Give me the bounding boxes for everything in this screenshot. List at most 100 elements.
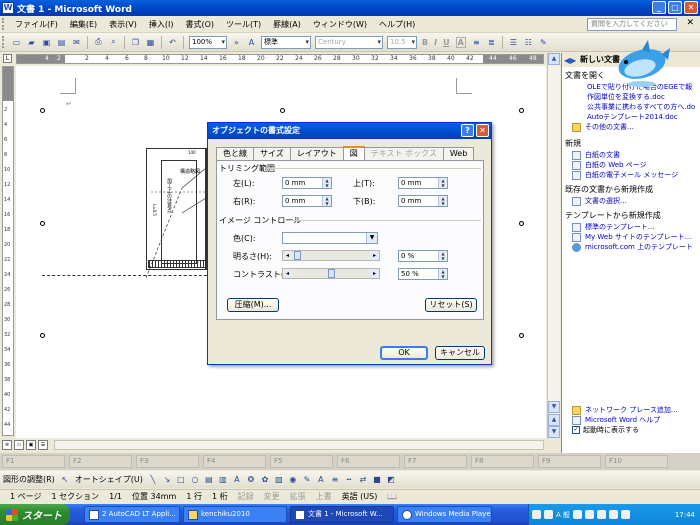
3d-style-icon[interactable]: ◩ (385, 474, 397, 486)
word-help-link[interactable]: Microsoft Word ヘルプ (572, 415, 700, 425)
brightness-spinner[interactable]: 0 % ▲ ▼ (398, 250, 448, 262)
menu-help[interactable]: ヘルプ(H) (373, 16, 421, 33)
horizontal-scrollbar[interactable] (54, 440, 544, 450)
spinner-arrows-icon[interactable]: ▲ ▼ (438, 196, 447, 206)
blank-document-link[interactable]: 白紙の文書 (572, 150, 700, 160)
volume-icon[interactable] (621, 510, 631, 519)
crop-top-spinner[interactable]: 0 mm ▲ ▼ (398, 177, 448, 189)
taskbar-item-word[interactable]: 文書 1 - Microsoft W... (290, 506, 394, 523)
vertical-ruler[interactable]: 2 4 6 8 10 12 14 16 18 20 22 24 26 28 30… (2, 66, 14, 436)
slider-right-arrow-icon[interactable]: ▸ (370, 251, 379, 260)
toolbar-options-icon[interactable]: » (230, 36, 243, 49)
fkey-button[interactable]: F9 (538, 455, 601, 468)
arrow-style-icon[interactable]: ⇄ (357, 474, 369, 486)
fkey-button[interactable]: F3 (136, 455, 199, 468)
minimize-button[interactable]: _ (652, 1, 666, 14)
fill-color-icon[interactable]: ◉ (287, 474, 299, 486)
tab-picture[interactable]: 図 (342, 146, 365, 160)
rectangle-icon[interactable]: □ (175, 474, 187, 486)
wordart-icon[interactable]: A (231, 474, 243, 486)
font-color-icon[interactable]: A (315, 474, 327, 486)
reset-button[interactable]: リセット(S) (425, 298, 477, 312)
outline-view-button[interactable]: ☰ (38, 440, 48, 450)
menu-window[interactable]: ウィンドウ(W) (307, 16, 373, 33)
scroll-up-button[interactable]: ▲ (548, 53, 560, 65)
dropdown-arrow-icon[interactable]: ▼ (366, 233, 377, 243)
slider-left-arrow-icon[interactable]: ◂ (283, 269, 292, 278)
crop-bottom-spinner[interactable]: 0 mm ▲ ▼ (398, 195, 448, 207)
fkey-button[interactable]: F10 (605, 455, 668, 468)
font-size-combo[interactable]: 10.5 (387, 35, 417, 49)
character-border-button[interactable]: A (455, 36, 466, 48)
web-templates-link[interactable]: My Web サイトのテンプレート... (572, 232, 700, 242)
menu-format[interactable]: 書式(O) (179, 16, 220, 33)
autoshapes-menu-button[interactable]: オートシェイプ(U) (75, 474, 143, 485)
horizontal-ruler[interactable]: 4 2 2 4 6 8 10 12 14 16 18 20 22 24 26 2… (16, 54, 544, 64)
recent-file-link[interactable]: Autoテンプレート2014.doc (587, 112, 700, 122)
spinner-arrows-icon[interactable]: ▲ ▼ (322, 196, 331, 206)
web-layout-button[interactable]: ▭ (14, 440, 24, 450)
highlight-icon[interactable]: ✎ (537, 36, 550, 49)
selection-handle[interactable] (40, 333, 45, 338)
fkey-button[interactable]: F7 (404, 455, 467, 468)
style-combo[interactable]: 標準 (261, 35, 311, 49)
picture-icon[interactable]: ▧ (273, 474, 285, 486)
email-icon[interactable]: ✉ (70, 36, 83, 49)
color-dropdown[interactable]: ▼ (282, 232, 378, 244)
fkey-button[interactable]: F4 (203, 455, 266, 468)
taskbar-item-folder[interactable]: kenchiku2010 (183, 506, 287, 523)
previous-page-button[interactable]: ▲ (548, 414, 560, 426)
menu-edit[interactable]: 編集(E) (64, 16, 103, 33)
spinner-arrows-icon[interactable]: ▲ ▼ (438, 178, 447, 188)
menu-tools[interactable]: ツール(T) (220, 16, 267, 33)
status-extend[interactable]: 拡張 (290, 491, 306, 502)
bold-button[interactable]: B (422, 38, 428, 47)
oval-icon[interactable]: ○ (189, 474, 201, 486)
next-page-button[interactable]: ▼ (548, 426, 560, 438)
normal-view-button[interactable]: ≡ (2, 440, 12, 450)
italic-button[interactable]: I (434, 38, 437, 47)
selection-handle[interactable] (40, 108, 45, 113)
diagram-icon[interactable]: ❂ (245, 474, 257, 486)
choose-document-link[interactable]: 文書の選択... (572, 196, 700, 206)
dialog-close-button[interactable]: ✕ (476, 124, 489, 137)
line-color-icon[interactable]: ✎ (301, 474, 313, 486)
tab-selector[interactable]: L (3, 54, 12, 63)
start-button[interactable]: スタート (0, 504, 70, 525)
taskbar-item-media-player[interactable]: Windows Media Player (397, 506, 492, 523)
zoom-combo[interactable]: 100% (189, 35, 227, 49)
toolbar-grip[interactable] (2, 36, 6, 48)
print-layout-button[interactable]: ▣ (26, 440, 36, 450)
undo-icon[interactable]: ↶ (166, 36, 179, 49)
crop-left-spinner[interactable]: 0 mm ▲ ▼ (282, 177, 332, 189)
paste-icon[interactable]: ▦ (144, 36, 157, 49)
blank-web-page-link[interactable]: 白紙の Web ページ (572, 160, 700, 170)
spelling-status-icon[interactable]: 📖 (387, 492, 397, 501)
tab-text-box[interactable]: テキスト ボックス (363, 147, 444, 160)
show-at-startup-checkbox[interactable]: ✓ 起動時に表示する (572, 425, 700, 435)
shadow-style-icon[interactable]: ■ (371, 474, 383, 486)
selection-handle[interactable] (40, 221, 45, 226)
selection-handle[interactable] (519, 333, 524, 338)
print-icon[interactable]: ⎙ (92, 36, 105, 49)
taskbar-item-autocad[interactable]: 2 AutoCAD LT Appli... (84, 506, 180, 523)
word-app-icon[interactable]: W (2, 2, 14, 14)
selection-handle[interactable] (519, 108, 524, 113)
text-box-icon[interactable]: ▤ (203, 474, 215, 486)
justify-icon[interactable]: ≣ (485, 36, 498, 49)
tray-icon[interactable] (585, 510, 595, 519)
spinner-arrows-icon[interactable]: ▲ ▼ (438, 251, 447, 261)
ok-button[interactable]: OK (380, 346, 428, 360)
help-button[interactable]: ? (461, 124, 474, 137)
online-templates-link[interactable]: microsoft.com 上のテンプレート (572, 242, 700, 252)
styles-pane-icon[interactable]: A (245, 36, 258, 49)
line-icon[interactable]: ╲ (147, 474, 159, 486)
help-search-input[interactable]: 質問を入力してください (587, 18, 677, 31)
recent-file-link[interactable]: 作図単位を変換する.doc (587, 92, 700, 102)
tab-size[interactable]: サイズ (253, 147, 291, 160)
scroll-down-button[interactable]: ▼ (548, 401, 560, 413)
tab-colors-lines[interactable]: 色と線 (216, 147, 254, 160)
print-preview-icon[interactable]: ⌕ (107, 36, 120, 49)
add-network-place-link[interactable]: ネットワーク プレース追加... (572, 405, 700, 415)
menu-table[interactable]: 罫線(A) (267, 16, 307, 33)
